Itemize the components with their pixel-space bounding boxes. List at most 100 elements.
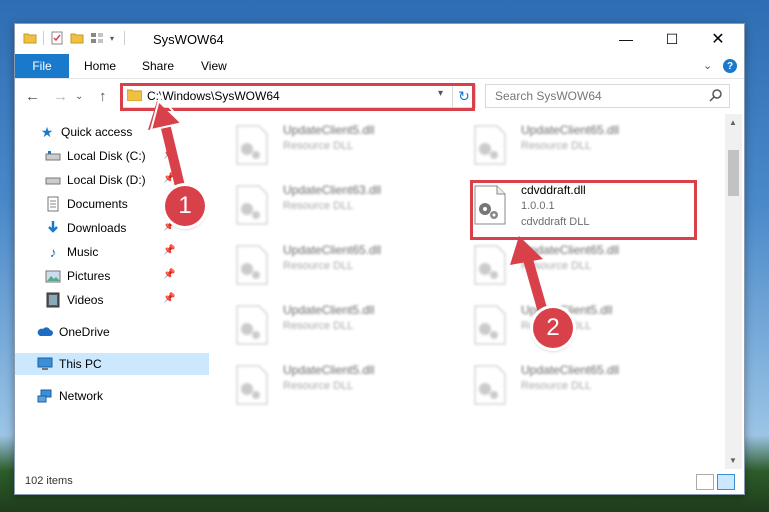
- file-item[interactable]: UpdateClient65.dll Resource DLL: [473, 241, 703, 291]
- drive-icon: [45, 177, 61, 185]
- search-placeholder: Search SysWOW64: [495, 89, 602, 103]
- sidebar-item-label: Music: [67, 245, 99, 259]
- details-view-icon[interactable]: [696, 474, 714, 490]
- sidebar-item-label: Downloads: [67, 221, 127, 235]
- tab-file[interactable]: File: [15, 54, 69, 78]
- file-description: Resource DLL: [283, 260, 354, 272]
- sidebar-item-network[interactable]: Network: [15, 385, 209, 407]
- back-button[interactable]: ←: [25, 88, 40, 105]
- ribbon-tabs: File Home Share View ⌄ ?: [15, 54, 744, 79]
- explorer-window: ▾ SysWOW64 — ☐ ✕ File Home Share View ⌄ …: [14, 23, 745, 495]
- search-input[interactable]: Search SysWOW64: [485, 84, 730, 108]
- up-button[interactable]: ↑: [99, 88, 107, 105]
- drive-icon: [45, 151, 61, 161]
- file-description: Resource DLL: [521, 260, 592, 272]
- folder-icon[interactable]: [23, 31, 37, 45]
- file-name: UpdateClient5.dll: [283, 363, 375, 377]
- properties-icon[interactable]: [50, 31, 64, 45]
- dll-file-icon: [236, 245, 268, 285]
- pin-icon[interactable]: 📌: [163, 245, 175, 256]
- view-options-icon[interactable]: [90, 31, 104, 45]
- dll-file-icon: [236, 185, 268, 225]
- tab-home[interactable]: Home: [84, 54, 116, 78]
- scrollbar-thumb[interactable]: [728, 150, 739, 196]
- dll-file-icon: [474, 305, 506, 345]
- maximize-button[interactable]: ☐: [649, 24, 695, 54]
- file-name: UpdateClient5.dll: [283, 123, 375, 137]
- forward-button[interactable]: →: [53, 88, 68, 105]
- star-icon: ★: [40, 123, 54, 140]
- window-title: SysWOW64: [153, 32, 224, 47]
- file-item[interactable]: UpdateClient65.dll Resource DLL: [473, 361, 703, 411]
- recent-locations-icon[interactable]: ⌄: [75, 91, 83, 102]
- help-button[interactable]: ?: [723, 59, 737, 73]
- file-name: UpdateClient65.dll: [521, 363, 620, 377]
- music-icon: ♪: [49, 244, 57, 260]
- sidebar-item-label: Videos: [67, 293, 104, 307]
- sidebar-item-onedrive[interactable]: OneDrive: [15, 321, 209, 343]
- file-description: Resource DLL: [521, 140, 592, 152]
- dll-file-icon: [474, 125, 506, 165]
- dll-file-icon: [474, 245, 506, 285]
- file-item[interactable]: UpdateClient5.dll Resource DLL: [235, 121, 465, 171]
- file-description: Resource DLL: [283, 140, 354, 152]
- tiles-view-icon[interactable]: [717, 474, 735, 490]
- sidebar-item-label: OneDrive: [59, 325, 110, 339]
- computer-icon: [37, 357, 53, 370]
- pin-icon[interactable]: 📌: [163, 173, 175, 184]
- sidebar-item-local-disk-c[interactable]: Local Disk (C:) 📌: [15, 145, 209, 167]
- download-icon: [48, 221, 58, 233]
- callout-2: 2: [533, 308, 573, 348]
- sidebar-item-videos[interactable]: Videos 📌: [15, 289, 209, 311]
- file-item[interactable]: UpdateClient65.dll Resource DLL: [235, 241, 465, 291]
- sidebar-item-label: Local Disk (C:): [67, 149, 146, 163]
- new-folder-icon[interactable]: [70, 31, 84, 45]
- sidebar-item-this-pc[interactable]: This PC: [15, 353, 209, 375]
- sidebar-item-pictures[interactable]: Pictures 📌: [15, 265, 209, 287]
- title-bar: ▾ SysWOW64 — ☐ ✕: [15, 24, 744, 54]
- close-button[interactable]: ✕: [695, 24, 741, 54]
- scroll-up-icon[interactable]: ▲: [729, 118, 737, 127]
- dll-file-icon: [236, 365, 268, 405]
- tab-view[interactable]: View: [201, 54, 227, 78]
- file-name: UpdateClient5.dll: [283, 303, 375, 317]
- sidebar-item-label: This PC: [59, 357, 102, 371]
- pin-icon[interactable]: 📌: [163, 149, 175, 160]
- sidebar-item-quick-access[interactable]: ★ Quick access: [15, 121, 209, 143]
- vertical-scrollbar[interactable]: ▲ ▼: [725, 114, 742, 469]
- documents-icon: [47, 196, 59, 212]
- address-highlight-box: [120, 83, 475, 111]
- minimize-button[interactable]: —: [603, 24, 649, 54]
- file-name: UpdateClient65.dll: [283, 243, 382, 257]
- sidebar-item-music[interactable]: ♪ Music 📌: [15, 241, 209, 263]
- sidebar-item-label: Network: [59, 389, 104, 403]
- sidebar-item-label: Quick access: [61, 125, 133, 139]
- dll-file-icon: [236, 305, 268, 345]
- file-name: UpdateClient65.dll: [521, 123, 620, 137]
- file-description: Resource DLL: [283, 200, 354, 212]
- expand-ribbon-icon[interactable]: ⌄: [703, 59, 712, 72]
- file-description: Resource DLL: [283, 320, 354, 332]
- tab-share[interactable]: Share: [142, 54, 174, 78]
- file-list: UpdateClient5.dll Resource DLL UpdateCli…: [210, 114, 725, 469]
- file-item[interactable]: UpdateClient63.dll Resource DLL: [235, 181, 465, 231]
- sidebar-item-label: Local Disk (D:): [67, 173, 146, 187]
- file-item[interactable]: UpdateClient5.dll Resource DLL: [235, 361, 465, 411]
- chevron-down-icon[interactable]: ▾: [110, 34, 114, 43]
- sidebar-item-label: Pictures: [67, 269, 111, 283]
- pin-icon[interactable]: 📌: [163, 293, 175, 304]
- file-item[interactable]: UpdateClient65.dll Resource DLL: [473, 121, 703, 171]
- navigation-pane: ★ Quick access Local Disk (C:) 📌 Local D…: [15, 114, 209, 469]
- item-count: 102 items: [25, 475, 73, 487]
- file-description: Resource DLL: [283, 380, 354, 392]
- file-item[interactable]: UpdateClient5.dll Resource DLL: [235, 301, 465, 351]
- callout-1: 1: [165, 186, 205, 226]
- pin-icon[interactable]: 📌: [163, 269, 175, 280]
- videos-icon: [46, 292, 60, 308]
- dll-file-icon: [474, 365, 506, 405]
- scroll-down-icon[interactable]: ▼: [729, 456, 737, 465]
- status-bar: 102 items: [15, 470, 744, 494]
- file-item[interactable]: UpdateClient5.dll Resource DLL: [473, 301, 703, 351]
- file-name: UpdateClient65.dll: [521, 243, 620, 257]
- quick-access-toolbar: ▾: [23, 31, 126, 45]
